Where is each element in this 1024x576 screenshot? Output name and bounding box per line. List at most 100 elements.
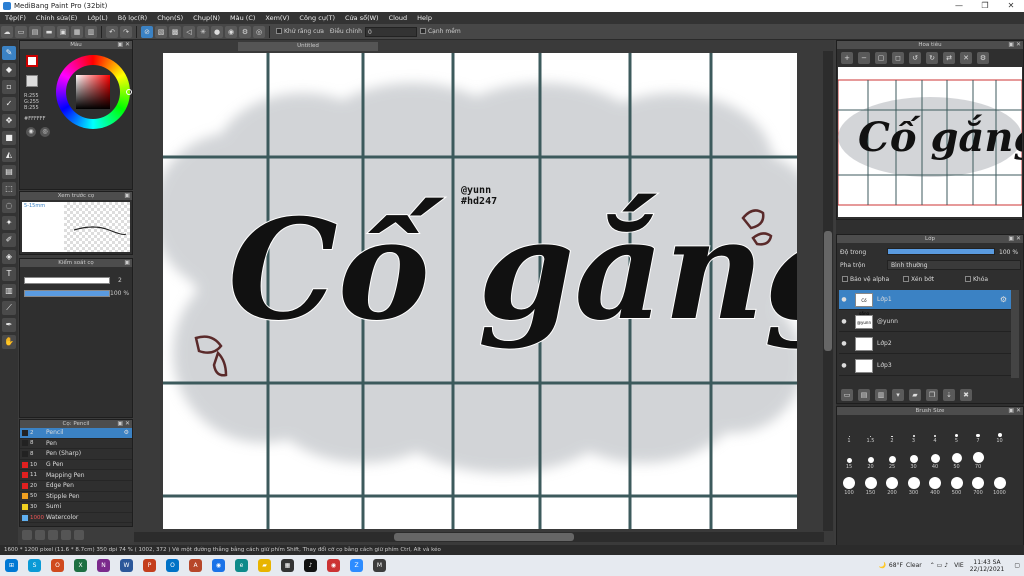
document-tab[interactable]: Untitled — [238, 42, 378, 51]
divide-tool-icon[interactable]: ▥ — [2, 283, 16, 298]
brush-item[interactable]: 8 Pen — [20, 439, 132, 450]
brush-item[interactable]: 30 Sumi — [20, 502, 132, 513]
brush-size-option[interactable]: 25 — [882, 451, 902, 470]
menu-file[interactable]: Tệp(F) — [0, 14, 31, 22]
zoom-in-icon[interactable]: + — [841, 52, 853, 64]
grid-icon[interactable]: ▦ — [71, 25, 83, 38]
marquee-tool-icon[interactable]: ⬚ — [2, 181, 16, 196]
brush-item[interactable]: 10 G Pen — [20, 460, 132, 471]
open-file-icon[interactable]: ▤ — [29, 25, 41, 38]
fit-icon[interactable]: ▢ — [875, 52, 887, 64]
menu-select[interactable]: Chọn(S) — [152, 14, 188, 22]
cross-snap-icon[interactable]: ▩ — [169, 25, 181, 38]
tray-icons[interactable]: ⌃ ▭ ♪ — [930, 562, 948, 569]
curve-snap-icon[interactable]: ◉ — [225, 25, 237, 38]
color-wheel[interactable] — [56, 55, 132, 129]
menu-help[interactable]: Help — [412, 14, 437, 22]
brush-size-option[interactable]: 300 — [904, 477, 924, 496]
rotate-right-icon[interactable]: ↻ — [926, 52, 938, 64]
panel-menu-icon[interactable]: ▣ — [124, 192, 130, 200]
horizontal-scroll-thumb[interactable] — [394, 533, 574, 541]
lock-toggle[interactable]: Khóa — [965, 276, 988, 283]
zoom-out-icon[interactable]: − — [858, 52, 870, 64]
lasso-tool-icon[interactable]: ◌ — [2, 198, 16, 213]
brush-size-option[interactable]: 5 — [947, 425, 967, 444]
palette-icon[interactable]: ◉ — [26, 127, 36, 137]
office-icon[interactable]: O — [51, 559, 64, 572]
soft-edge-toggle[interactable]: Cạnh mềm — [419, 28, 461, 35]
menu-edit[interactable]: Chỉnh sửa(E) — [31, 14, 82, 22]
brush-item[interactable]: 2 Pencil ⚙ — [20, 428, 132, 439]
chrome-red-icon[interactable]: ◉ — [327, 559, 340, 572]
brush-size-option[interactable]: 2 — [882, 425, 902, 444]
eyedropper-icon[interactable]: ⟋ — [2, 300, 16, 315]
brush-size-option[interactable]: 20 — [861, 451, 881, 470]
brush-size-option[interactable]: 100 — [839, 477, 859, 496]
brush-size-option[interactable]: 3 — [904, 425, 924, 444]
gradient-tool-icon[interactable]: ▤ — [2, 164, 16, 179]
layer-opacity-slider[interactable] — [887, 248, 995, 255]
brush-item[interactable]: 50 Stipple Pen — [20, 492, 132, 503]
new-halftone-layer-icon[interactable]: ▤ — [858, 389, 870, 401]
select-tool-icon[interactable]: ✓ — [2, 96, 16, 111]
perspective-snap-icon[interactable]: ◁ — [183, 25, 195, 38]
folder-icon[interactable]: ▰ — [909, 389, 921, 401]
fill-shape-icon[interactable]: ■ — [2, 130, 16, 145]
comment-icon[interactable]: ▬ — [43, 25, 55, 38]
chrome-icon[interactable]: ◉ — [212, 559, 225, 572]
edge-icon[interactable]: e — [235, 559, 248, 572]
circle-snap-icon[interactable]: ● — [211, 25, 223, 38]
menu-color[interactable]: Màu (C) — [225, 14, 260, 22]
dot-tool-icon[interactable]: ▫ — [2, 79, 16, 94]
merge-layer-icon[interactable]: ⇣ — [943, 389, 955, 401]
visibility-icon[interactable]: ● — [839, 362, 849, 369]
medibang-icon[interactable]: M — [373, 559, 386, 572]
tiktok-icon[interactable]: ♪ — [304, 559, 317, 572]
adjust-select[interactable]: 0 — [364, 26, 417, 37]
delete-layer-icon[interactable]: ✖ — [960, 389, 972, 401]
delete-brush-icon[interactable] — [74, 530, 84, 540]
visibility-icon[interactable]: ● — [839, 318, 849, 325]
actual-size-icon[interactable]: ◻ — [892, 52, 904, 64]
antialias-checkbox[interactable] — [276, 28, 282, 34]
hand-tool-icon[interactable]: ✋ — [2, 334, 16, 349]
powerpoint-icon[interactable]: P — [143, 559, 156, 572]
menu-layer[interactable]: Lớp(L) — [82, 14, 112, 22]
background-color-swatch[interactable] — [26, 75, 38, 87]
eraser-tool-icon[interactable]: ◆ — [2, 62, 16, 77]
brush-size-option[interactable]: 50 — [947, 451, 967, 470]
brush-size-option[interactable]: 500 — [947, 477, 967, 496]
panel-menu-icon[interactable]: ▣ ✕ — [117, 41, 130, 49]
menu-view[interactable]: Xem(V) — [260, 14, 294, 22]
menu-tools[interactable]: Công cụ(T) — [294, 14, 340, 22]
outlook-icon[interactable]: O — [166, 559, 179, 572]
maximize-button[interactable]: ❐ — [972, 0, 998, 12]
brush-item[interactable]: 11 Mapping Pen — [20, 470, 132, 481]
panel-menu-icon[interactable]: ▣ ✕ — [117, 420, 130, 428]
add-brush-icon[interactable] — [22, 530, 32, 540]
brush-size-option[interactable]: 1.5 — [861, 425, 881, 444]
menu-cloud[interactable]: Cloud — [384, 14, 413, 22]
cloud-icon[interactable]: ☁ — [1, 25, 13, 38]
navigator-thumbnail[interactable]: Cố gắng — [838, 67, 1022, 217]
panel-menu-icon[interactable]: ▣ ✕ — [1008, 41, 1021, 49]
brush-size-option[interactable]: 700 — [968, 477, 988, 496]
close-button[interactable]: ✕ — [998, 0, 1024, 12]
brush-size-option[interactable]: 1 — [839, 425, 859, 444]
redo-icon[interactable]: ↷ — [120, 25, 132, 38]
visibility-icon[interactable]: ● — [839, 296, 849, 303]
brush-settings-icon[interactable]: ⚙ — [124, 429, 132, 436]
brush-item[interactable]: 8 Pen (Sharp) — [20, 449, 132, 460]
new-layer-icon[interactable]: ▭ — [841, 389, 853, 401]
layer-scrollbar[interactable] — [1011, 290, 1019, 378]
menu-snap[interactable]: Chụp(N) — [188, 14, 225, 22]
vertical-scroll-thumb[interactable] — [824, 231, 832, 351]
vertical-scrollbar[interactable] — [823, 51, 833, 531]
store-icon[interactable]: ▦ — [281, 559, 294, 572]
brush-size-option[interactable]: 40 — [925, 451, 945, 470]
visibility-icon[interactable]: ● — [839, 340, 849, 347]
clock[interactable]: 11:43 SA 22/12/2021 — [970, 559, 1005, 573]
notification-icon[interactable]: ▢ — [1014, 562, 1020, 569]
brush-size-option[interactable]: 4 — [925, 425, 945, 444]
move-tool-icon[interactable]: ✥ — [2, 113, 16, 128]
